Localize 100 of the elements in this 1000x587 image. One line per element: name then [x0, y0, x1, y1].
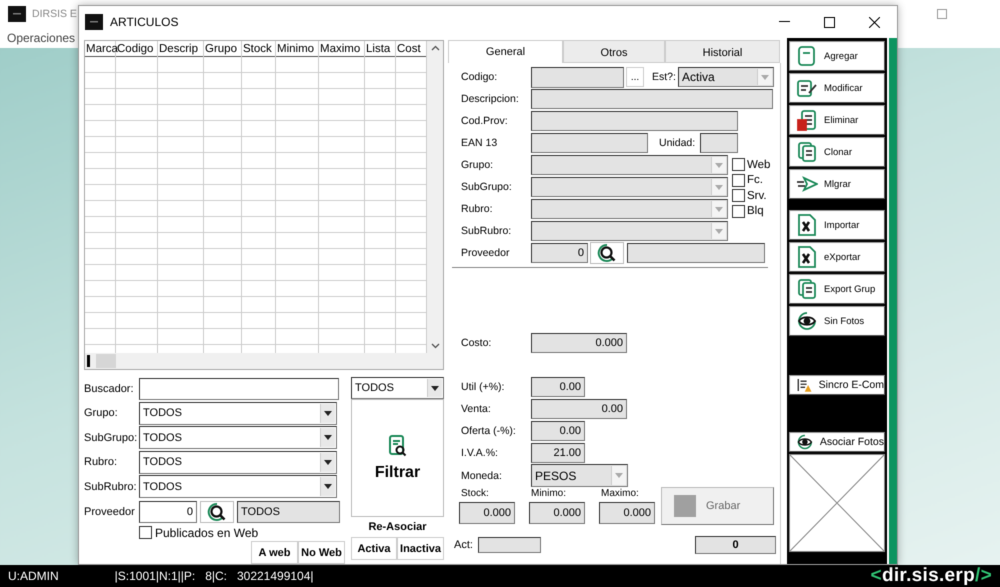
cost-field[interactable]: 0.000 — [531, 333, 627, 353]
checkbox[interactable] — [732, 189, 745, 202]
category-select[interactable] — [531, 199, 728, 219]
dropdown-arrow-icon[interactable] — [324, 460, 332, 465]
web-button[interactable]: A web — [251, 541, 298, 564]
search-icon — [597, 243, 617, 263]
description-field[interactable] — [531, 89, 773, 109]
field-label: Est?: — [652, 71, 677, 83]
dropdown-arrow-icon[interactable] — [431, 386, 439, 390]
supplier-code-field[interactable]: 0 — [139, 500, 197, 522]
field-label: Rubro: — [84, 456, 118, 468]
search-button[interactable] — [200, 500, 234, 522]
field-label: Grupo: — [84, 407, 119, 420]
action-button[interactable]: Asociar Fotos — [789, 432, 886, 452]
checkbox-label: Web — [747, 158, 770, 171]
checkbox-label: Srv. — [747, 190, 767, 202]
web-button[interactable]: No Web — [298, 541, 345, 564]
price-field[interactable]: 21.00 — [531, 443, 585, 463]
field-label: SubGrupo: — [461, 181, 513, 193]
field-label: Proveedor — [461, 247, 510, 259]
checkbox[interactable] — [732, 174, 745, 187]
category-select[interactable] — [531, 221, 728, 241]
action-button[interactable]: Agregar — [789, 41, 886, 71]
stock-field[interactable]: 0.000 — [529, 502, 585, 524]
supplier-field[interactable]: 0 — [531, 243, 588, 263]
search-icon — [207, 502, 227, 522]
scroll-up-icon[interactable] — [430, 45, 440, 51]
field-label: Proveedor — [84, 506, 136, 518]
action-button[interactable]: Sin Fotos — [789, 306, 886, 336]
filter-select[interactable]: TODOS — [139, 450, 337, 474]
unit-field[interactable] — [700, 133, 738, 153]
category-select[interactable] — [531, 177, 728, 197]
checkbox[interactable] — [732, 204, 745, 218]
spreadsheet-icon — [796, 246, 818, 268]
action-button[interactable]: Export Grup — [789, 274, 886, 304]
status-button[interactable]: Activa — [351, 537, 397, 560]
field-label: Stock: — [461, 488, 490, 501]
category-select[interactable] — [531, 155, 728, 175]
stock-field[interactable]: 0.000 — [459, 502, 515, 524]
stock-field[interactable]: 0.000 — [599, 502, 655, 524]
more-button[interactable]: ... — [626, 67, 644, 87]
copy-icon — [796, 278, 818, 300]
supplier-code-field[interactable] — [531, 111, 738, 131]
field-label: SubRubro: — [84, 480, 138, 493]
price-field[interactable]: 0.00 — [531, 421, 585, 441]
tab[interactable]: General — [448, 40, 563, 63]
status-select[interactable]: Activa — [678, 67, 774, 87]
field-label: Buscador: — [84, 383, 135, 395]
checkbox[interactable] — [732, 158, 745, 172]
app-icon — [85, 14, 103, 30]
action-button[interactable]: Eliminar — [789, 105, 886, 135]
horizontal-scrollbar[interactable] — [85, 353, 443, 369]
action-button[interactable]: Modificar — [789, 73, 886, 103]
save-button[interactable]: Grabar — [661, 487, 774, 525]
status-button[interactable]: Inactiva — [397, 537, 444, 560]
eye-icon — [796, 310, 818, 332]
mode-select[interactable]: TODOS — [351, 377, 444, 399]
action-button[interactable]: Mlgrar — [789, 169, 886, 199]
field-label: Rubro: — [461, 203, 494, 215]
price-field[interactable]: 0.00 — [531, 377, 585, 397]
dropdown-arrow-icon[interactable] — [324, 410, 332, 416]
action-button[interactable]: Importar — [789, 210, 886, 240]
field-label: I.V.A.%: — [461, 447, 499, 459]
search-field[interactable] — [139, 378, 339, 400]
maximize-icon — [824, 16, 835, 28]
logo: <dir.sis.erp/> — [870, 565, 992, 587]
action-button[interactable]: eXportar — [789, 242, 886, 272]
field-label: Moneda: — [461, 470, 503, 482]
tab[interactable]: Otros — [563, 40, 665, 63]
action-button[interactable]: Sincro E-Com — [789, 375, 886, 395]
field-label: Minimo: — [531, 488, 568, 501]
filter-select[interactable]: TODOS — [139, 426, 337, 450]
price-field[interactable]: 0.00 — [531, 399, 627, 419]
checkbox[interactable] — [139, 526, 152, 539]
filter-button[interactable]: Filtrar — [351, 399, 444, 517]
field-label: Descripcion: — [461, 93, 520, 105]
close-icon — [869, 16, 880, 28]
counter-field: 0 — [695, 536, 776, 554]
filter-select[interactable]: TODOS — [139, 402, 337, 425]
field-label: Oferta (-%): — [461, 425, 517, 437]
edit-icon — [796, 77, 818, 99]
scroll-down-icon[interactable] — [430, 343, 440, 349]
code-field[interactable] — [531, 66, 624, 88]
dropdown-arrow-icon[interactable] — [324, 484, 332, 490]
barcode-field[interactable] — [531, 133, 648, 153]
tab[interactable]: Historial — [665, 40, 780, 63]
filter-select[interactable]: TODOS — [139, 475, 337, 498]
field-label: Grupo: — [461, 159, 494, 171]
maximize-icon[interactable] — [937, 9, 947, 19]
currency-select[interactable]: PESOS — [531, 464, 628, 487]
action-button[interactable]: Clonar — [789, 137, 886, 167]
document-search-icon — [388, 434, 408, 458]
vertical-scrollbar[interactable] — [427, 41, 443, 353]
section-label: Re-Asociar — [367, 520, 428, 535]
dropdown-arrow-icon[interactable] — [324, 435, 332, 440]
copy-icon — [796, 141, 818, 163]
search-button[interactable] — [590, 242, 624, 264]
menu-item[interactable]: Operaciones — [7, 31, 76, 45]
supplier-name-field: TODOS — [237, 500, 340, 522]
field-label: Util (+%): — [461, 381, 506, 393]
